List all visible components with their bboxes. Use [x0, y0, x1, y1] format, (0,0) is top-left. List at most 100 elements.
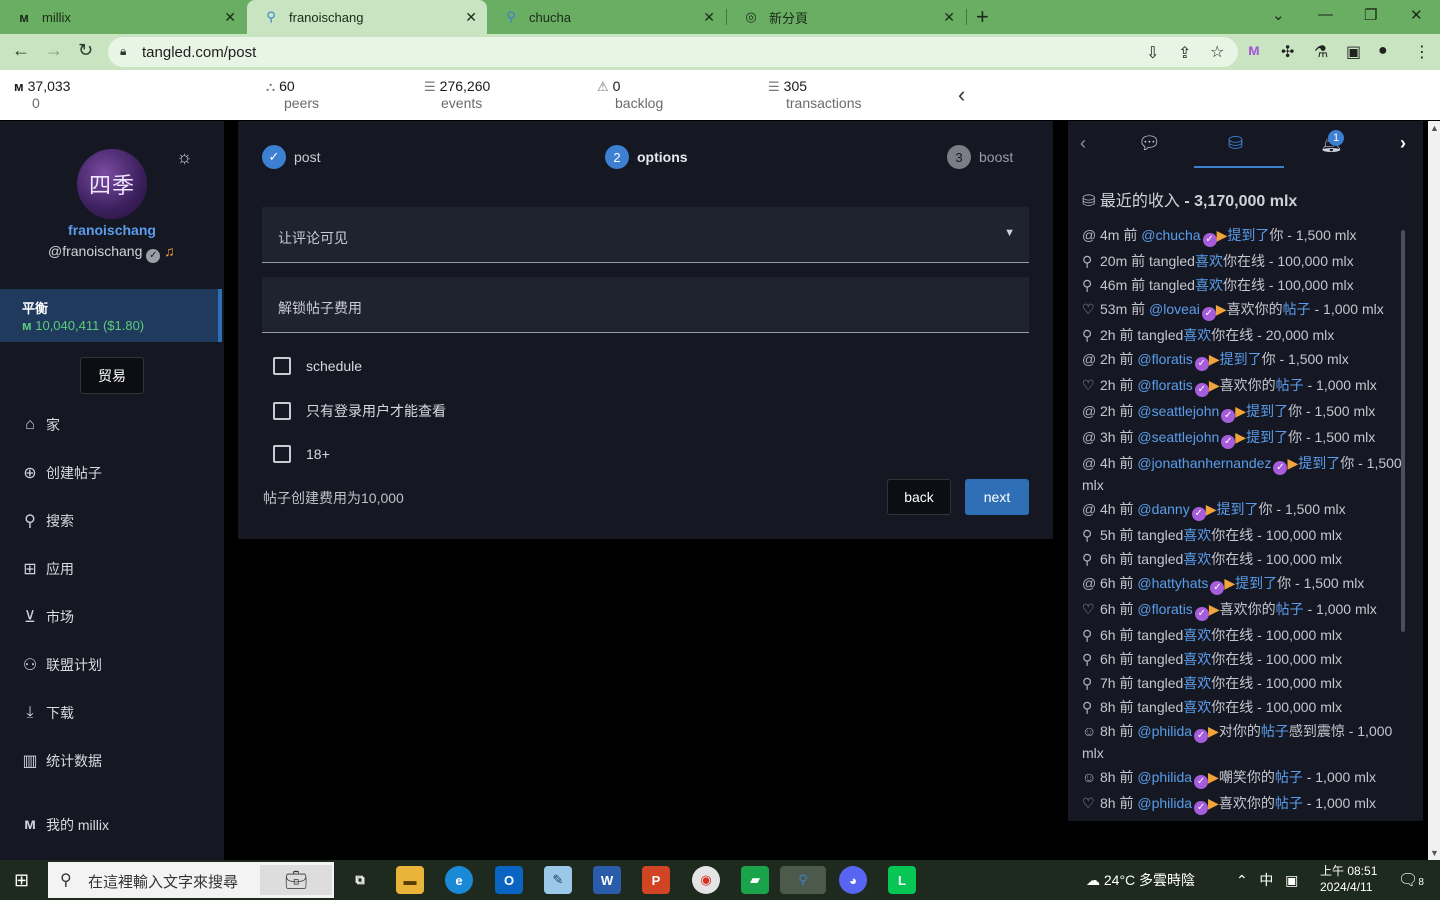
- profile-avatar-icon[interactable]: ●: [1378, 42, 1388, 60]
- feed-action-link[interactable]: 喜欢: [1183, 675, 1211, 691]
- feed-user-link[interactable]: @floratis: [1137, 601, 1192, 617]
- ime-mode-icon[interactable]: ▣: [1285, 872, 1298, 888]
- feed-user-link[interactable]: @philida: [1137, 769, 1192, 785]
- coins-icon[interactable]: ⛁: [1228, 133, 1243, 154]
- powerpoint-icon[interactable]: P: [642, 866, 670, 894]
- close-icon[interactable]: ✕: [943, 9, 955, 26]
- line-icon[interactable]: L: [888, 866, 916, 894]
- feed-action-link[interactable]: 喜欢: [1183, 699, 1211, 715]
- sidebar-item-market[interactable]: ⊻ 市场: [20, 607, 74, 627]
- unlock-fee-input[interactable]: 解锁帖子费用: [262, 277, 1029, 333]
- feed-post-link[interactable]: 帖子: [1275, 795, 1303, 811]
- feed-post-link[interactable]: 帖子: [1275, 769, 1303, 785]
- forward-arrow-icon[interactable]: →: [45, 40, 63, 61]
- feed-scrollbar[interactable]: [1401, 230, 1405, 632]
- ime-indicator[interactable]: 中: [1259, 872, 1273, 888]
- sidebar-item-search[interactable]: ⚲ 搜索: [20, 511, 74, 531]
- page-scrollbar[interactable]: ▲ ▼: [1428, 121, 1440, 860]
- feed-user-link[interactable]: @seattlejohn: [1137, 403, 1219, 419]
- feed-action-link[interactable]: 提到了: [1246, 403, 1288, 419]
- tab-millix[interactable]: ᴍ millix ✕: [0, 0, 246, 34]
- feed-post-link[interactable]: 帖子: [1283, 301, 1311, 317]
- feed-user-link[interactable]: @danny: [1137, 501, 1189, 517]
- feed-action-link[interactable]: 提到了: [1220, 351, 1262, 367]
- feed-user-link[interactable]: @jonathanhernandez: [1137, 455, 1271, 471]
- sidebar-item-statistics[interactable]: ▥ 统计数据: [20, 751, 102, 771]
- trade-button[interactable]: 贸易: [80, 357, 144, 394]
- feed-user-link[interactable]: @philida: [1137, 795, 1192, 811]
- scroll-down-icon[interactable]: ▼: [1430, 848, 1439, 858]
- browser-menu-icon[interactable]: ⋮: [1414, 42, 1430, 62]
- sidebar-item-download[interactable]: ⤓ 下载: [20, 703, 74, 723]
- back-button[interactable]: back: [887, 479, 951, 515]
- install-icon[interactable]: ⇩: [1146, 43, 1159, 63]
- outlook-icon[interactable]: O: [495, 866, 523, 894]
- chrome-icon[interactable]: ◉: [692, 866, 720, 894]
- feed-user-link[interactable]: @chucha: [1141, 227, 1200, 243]
- adult-checkbox[interactable]: [273, 445, 291, 463]
- feed-action-link[interactable]: 喜欢: [1183, 627, 1211, 643]
- labs-flask-icon[interactable]: ⚗: [1314, 42, 1328, 62]
- extensions-puzzle-icon[interactable]: ✣: [1281, 42, 1294, 62]
- side-panel-icon[interactable]: ▣: [1346, 42, 1361, 62]
- schedule-checkbox[interactable]: [273, 357, 291, 375]
- panel-prev-chevron-icon[interactable]: ‹: [1080, 133, 1086, 154]
- weather-widget[interactable]: ☁︎ 24°C 多雲時陰: [1086, 870, 1195, 890]
- scroll-up-icon[interactable]: ▲: [1430, 123, 1439, 133]
- feed-action-link[interactable]: 喜欢: [1195, 277, 1223, 293]
- sidebar-item-affiliate[interactable]: ⚇ 联盟计划: [20, 655, 102, 675]
- file-explorer-icon[interactable]: ▬: [396, 866, 424, 894]
- restore-icon[interactable]: ❐: [1364, 6, 1377, 24]
- feed-action-link[interactable]: 喜欢: [1183, 551, 1211, 567]
- millix-extension-icon[interactable]: ᴍ: [1248, 42, 1260, 60]
- feed-user-link[interactable]: @hattyhats: [1137, 575, 1208, 591]
- collapse-chevron-icon[interactable]: ‹: [958, 82, 965, 108]
- reload-icon[interactable]: ↻: [78, 40, 93, 61]
- tab-search-chevron-icon[interactable]: ⌄: [1272, 6, 1285, 24]
- notepad-icon[interactable]: ✎: [544, 866, 572, 894]
- edge-icon[interactable]: e: [445, 866, 473, 894]
- windows-start-icon[interactable]: ⊞: [14, 870, 29, 891]
- feed-action-link[interactable]: 提到了: [1217, 501, 1259, 517]
- step-options[interactable]: 2 options: [605, 145, 688, 169]
- tab-new-page[interactable]: ◎ 新分頁 ✕: [727, 0, 965, 34]
- feed-action-link[interactable]: 喜欢: [1183, 527, 1211, 543]
- feed-post-link[interactable]: 帖子: [1276, 601, 1304, 617]
- task-view-icon[interactable]: ⧉: [346, 866, 374, 894]
- adult-checkbox-row[interactable]: 18+: [273, 445, 330, 463]
- tab-franoischang[interactable]: ⚲ franoischang ✕: [247, 0, 487, 34]
- close-icon[interactable]: ✕: [703, 9, 715, 26]
- tangled-app-icon[interactable]: ⚲: [780, 866, 826, 894]
- feed-user-link[interactable]: @loveai: [1149, 301, 1200, 317]
- feed-action-link[interactable]: 提到了: [1246, 429, 1288, 445]
- chat-icon[interactable]: 💬︎: [1138, 133, 1161, 154]
- feed-post-link[interactable]: 帖子: [1276, 377, 1304, 393]
- url-field[interactable]: 🔒︎ tangled.com/post ⇩ ⇪ ☆: [108, 37, 1238, 67]
- step-boost[interactable]: 3 boost: [947, 145, 1013, 169]
- share-icon[interactable]: ⇪: [1178, 43, 1191, 63]
- close-window-icon[interactable]: ✕: [1410, 6, 1423, 24]
- sidebar-item-apps[interactable]: ⊞ 应用: [20, 559, 74, 579]
- sun-icon[interactable]: ☼: [176, 147, 193, 168]
- feed-user-link[interactable]: @seattlejohn: [1137, 429, 1219, 445]
- system-clock[interactable]: 上午 08:51 2024/4/11: [1320, 863, 1377, 895]
- profile-username[interactable]: franoischang: [0, 222, 224, 238]
- avatar[interactable]: 四季: [77, 149, 147, 219]
- sidebar-item-my-millix[interactable]: ᴍ 我的 millix: [20, 815, 109, 835]
- next-button[interactable]: next: [965, 479, 1029, 515]
- schedule-checkbox-row[interactable]: schedule: [273, 357, 362, 375]
- feed-action-link[interactable]: 喜欢: [1195, 253, 1223, 269]
- sidebar-item-create-post[interactable]: ⊕ 创建帖子: [20, 463, 102, 483]
- comment-visibility-select[interactable]: 让评论可见 ▼: [262, 207, 1029, 263]
- notification-center-icon[interactable]: 🗨︎8: [1398, 870, 1424, 890]
- feed-user-link[interactable]: @floratis: [1137, 351, 1192, 367]
- feed-user-link[interactable]: @floratis: [1137, 377, 1192, 393]
- discord-icon[interactable]: ◕: [839, 866, 867, 894]
- logged-in-only-checkbox[interactable]: [273, 402, 291, 420]
- back-arrow-icon[interactable]: ←: [12, 40, 30, 61]
- close-icon[interactable]: ✕: [465, 9, 477, 26]
- feed-action-link[interactable]: 提到了: [1235, 575, 1277, 591]
- feed-post-link[interactable]: 帖子: [1261, 723, 1289, 739]
- logged-in-only-checkbox-row[interactable]: 只有登录用户才能查看: [273, 401, 446, 421]
- feed-action-link[interactable]: 提到了: [1298, 455, 1340, 471]
